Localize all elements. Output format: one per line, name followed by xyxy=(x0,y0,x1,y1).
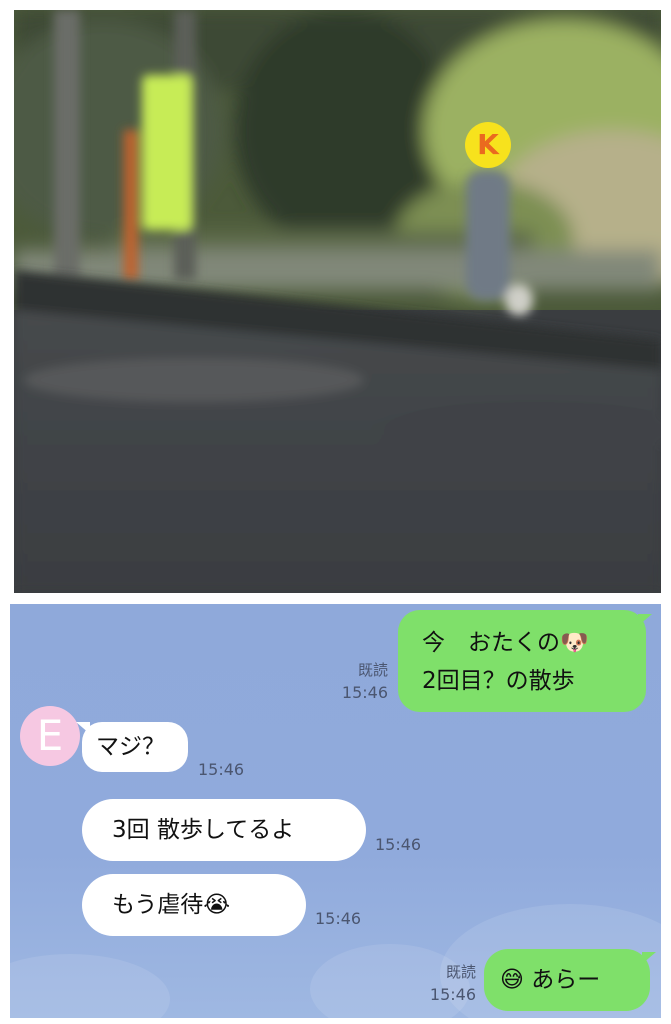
incoming-message[interactable]: もう虐待😭 xyxy=(82,874,306,936)
message-time: 15:46 xyxy=(341,683,388,702)
message-time: 15:46 xyxy=(198,760,245,779)
incoming-message[interactable]: 3回 散歩してるよ xyxy=(82,799,366,861)
bubble-tail xyxy=(638,614,652,626)
message-time: 15:46 xyxy=(315,909,362,928)
blurred-street-scene xyxy=(14,10,661,593)
read-receipt: 既読 xyxy=(445,963,476,981)
street-photo: K xyxy=(14,10,661,593)
chat-view[interactable]: 既読 15:46 今 おたくの🐶 2回目？の散歩 E マジ？ 15:46 3回 … xyxy=(10,604,661,1018)
contact-avatar[interactable]: E xyxy=(20,706,80,766)
outgoing-message[interactable]: 😅 あらー xyxy=(484,949,650,1011)
read-receipt: 既読 xyxy=(357,661,388,679)
message-time: 15:46 xyxy=(429,985,476,1004)
message-text-line2: 2回目？の散歩 xyxy=(422,668,575,694)
incoming-message[interactable]: マジ？ xyxy=(82,722,188,772)
person-label-badge: K xyxy=(465,122,511,168)
bubble-tail xyxy=(642,952,656,964)
message-text-line1: 今 おたくの🐶 xyxy=(422,630,589,656)
message-time: 15:46 xyxy=(375,835,422,854)
outgoing-message[interactable]: 今 おたくの🐶 2回目？の散歩 xyxy=(398,610,646,712)
